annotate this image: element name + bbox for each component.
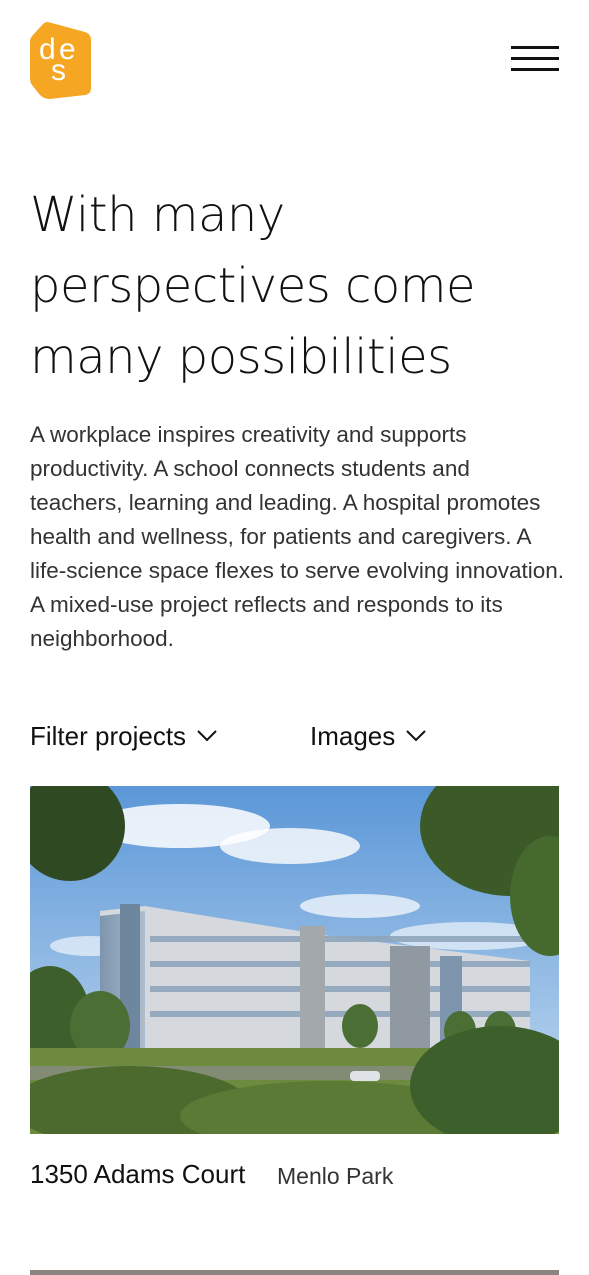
images-view-dropdown[interactable]: Images: [310, 712, 427, 760]
menu-line: [511, 46, 559, 49]
chevron-down-icon: [406, 730, 426, 742]
next-project-image-edge: [30, 1270, 559, 1275]
intro-paragraph: A workplace inspires creativity and supp…: [30, 422, 565, 651]
headline-line-1: With many: [30, 187, 285, 243]
site-header: d e s: [0, 0, 589, 120]
filter-bar: Filter projects Images: [0, 712, 589, 760]
project-card[interactable]: [30, 786, 559, 1196]
project-location: Menlo Park: [277, 1163, 394, 1189]
project-name[interactable]: 1350 Adams Court: [30, 1158, 245, 1190]
filter-projects-dropdown[interactable]: Filter projects: [30, 712, 218, 760]
page-headline: With many perspectives come many possibi…: [30, 180, 560, 393]
menu-line: [511, 68, 559, 71]
filter-projects-label: Filter projects: [30, 720, 187, 751]
hamburger-menu-icon[interactable]: [506, 40, 562, 80]
logo-wordmark: d e s: [30, 22, 92, 99]
headline-line-3: many possibilities: [30, 329, 452, 385]
headline-line-2: perspectives come: [30, 258, 476, 314]
chevron-down-icon: [197, 730, 217, 742]
logo-letter-s: s: [51, 54, 66, 87]
menu-line: [511, 57, 559, 60]
images-view-label: Images: [310, 720, 396, 751]
project-image: [30, 786, 559, 1134]
